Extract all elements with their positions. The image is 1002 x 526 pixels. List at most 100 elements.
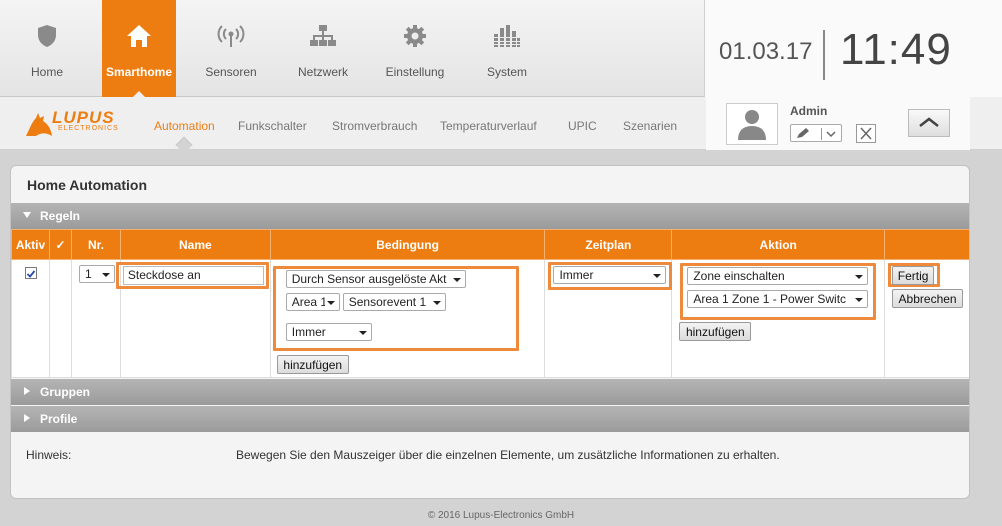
rules-table: Aktiv ✓ Nr. Name Bedingung Zeitplan Akti… [11, 229, 969, 378]
triangle-down-icon [23, 212, 31, 218]
cell-bedingung: Durch Sensor ausgelöste Akt Area 1 Senso… [269, 259, 546, 378]
nav-einstellung[interactable]: Einstellung [378, 0, 452, 97]
section-profile[interactable]: Profile [11, 406, 969, 432]
chevron-down-icon [653, 274, 662, 278]
network-icon [288, 24, 358, 50]
done-button[interactable]: Fertig [892, 266, 935, 285]
condition-event-select[interactable]: Sensorevent 1 [342, 293, 446, 311]
section-gruppen[interactable]: Gruppen [11, 379, 969, 405]
subtab-funkschalter[interactable]: Funkschalter [238, 119, 307, 133]
condition-schedule-select[interactable]: Immer [285, 323, 372, 341]
chevron-down-icon [826, 131, 836, 138]
cancel-button[interactable]: Abbrechen [892, 289, 964, 308]
nav-netzwerk-label: Netzwerk [297, 65, 348, 79]
cell-controls: Fertig Abbrechen [884, 259, 969, 378]
home-automation-panel: Home Automation Regeln Aktiv ✓ Nr. Name … [10, 165, 970, 499]
chevron-down-icon [855, 275, 864, 279]
schedule-select[interactable]: Immer [553, 266, 667, 284]
section-regeln[interactable]: Regeln [11, 203, 969, 229]
name-input[interactable]: Steckdose an [122, 266, 264, 285]
table-row: 1 Steckdose an Durch Sensor ausgelöste A… [11, 259, 969, 378]
section-profile-label: Profile [40, 412, 78, 426]
nav-smarthome-label: Smarthome [105, 65, 173, 79]
pencil-icon [797, 128, 809, 138]
col-bedingung: Bedingung [269, 229, 546, 260]
col-nr: Nr. [70, 229, 121, 260]
nav-system[interactable]: System [474, 0, 540, 97]
chevron-down-icon [101, 273, 110, 277]
cell-nr: 1 [70, 259, 121, 378]
nav-sensoren[interactable]: Sensoren [196, 0, 266, 97]
action-add-button[interactable]: hinzufügen [679, 322, 752, 341]
chevron-down-icon [358, 331, 367, 335]
cell-zeitplan: Immer [544, 259, 673, 378]
collapse-header-button[interactable] [908, 109, 950, 137]
lupus-logo[interactable]: LUPUS ELECTRONICS [24, 108, 132, 138]
col-aktion: Aktion [671, 229, 886, 260]
antenna-icon [196, 24, 266, 50]
chevron-up-icon [919, 117, 939, 127]
col-controls [884, 229, 969, 260]
condition-schedule-value: Immer [291, 325, 326, 339]
avatar [726, 103, 778, 145]
chevron-down-icon [326, 301, 335, 305]
user-edit-dropdown[interactable] [790, 124, 842, 142]
condition-event-value: Sensorevent 1 [348, 295, 427, 309]
col-name: Name [119, 229, 271, 260]
nav-home[interactable]: Home [0, 0, 94, 97]
nav-system-label: System [486, 65, 527, 79]
clock-divider [823, 30, 825, 80]
condition-area-select[interactable]: Area 1 [285, 293, 340, 311]
triangle-right-icon [24, 387, 30, 395]
time-display: 11:49 [840, 25, 952, 74]
action-target-value: Area 1 Zone 1 - Power Switc [693, 292, 847, 306]
cell-aktion: Zone einschalten Area 1 Zone 1 - Power S… [671, 259, 886, 378]
condition-type-value: Durch Sensor ausgelöste Akt [291, 272, 447, 286]
condition-add-button[interactable]: hinzufügen [276, 355, 349, 374]
cell-check [48, 259, 72, 378]
shield-icon [0, 24, 94, 50]
top-navigation: Home Smarthome Sensoren Netzwerk Einstel… [0, 0, 1002, 98]
condition-type-select[interactable]: Durch Sensor ausgelöste Akt [285, 270, 466, 288]
gear-icon [378, 24, 452, 50]
active-tab-pointer [175, 136, 193, 154]
schedule-select-value: Immer [559, 268, 594, 282]
user-icon [738, 110, 766, 140]
active-checkbox[interactable] [25, 267, 37, 279]
close-icon [860, 127, 872, 140]
subtab-szenarien[interactable]: Szenarien [623, 119, 677, 133]
col-aktiv: Aktiv [11, 229, 50, 260]
date-display: 01.03.17 [719, 38, 813, 65]
action-type-select[interactable]: Zone einschalten [687, 267, 869, 285]
subtab-temperaturverlauf[interactable]: Temperaturverlauf [440, 119, 537, 133]
nav-smarthome[interactable]: Smarthome [102, 0, 176, 98]
nr-select-value: 1 [84, 267, 92, 281]
nr-select[interactable]: 1 [78, 265, 115, 283]
footer-copyright: © 2016 Lupus-Electronics GmbH [427, 510, 575, 521]
cell-aktiv [11, 259, 50, 378]
cell-name: Steckdose an [115, 259, 271, 378]
fox-icon [26, 113, 52, 136]
panel-title: Home Automation [27, 177, 148, 193]
nav-einstellung-label: Einstellung [385, 65, 445, 79]
action-type-value: Zone einschalten [693, 269, 785, 283]
nav-home-label: Home [30, 65, 63, 79]
hint-text: Bewegen Sie den Mauszeiger über die einz… [236, 448, 780, 462]
section-gruppen-label: Gruppen [40, 385, 90, 399]
hint-label: Hinweis: [26, 448, 72, 462]
chevron-down-icon [855, 298, 864, 302]
bars-icon [474, 24, 540, 50]
nav-netzwerk[interactable]: Netzwerk [288, 0, 358, 97]
action-target-select[interactable]: Area 1 Zone 1 - Power Switc [687, 290, 869, 308]
triangle-right-icon [24, 414, 30, 422]
subtab-upic[interactable]: UPIC [568, 119, 597, 133]
logout-button[interactable] [856, 124, 876, 143]
nav-sensoren-label: Sensoren [205, 65, 257, 79]
section-regeln-label: Regeln [40, 209, 81, 223]
col-zeitplan: Zeitplan [544, 229, 673, 260]
subtab-automation[interactable]: Automation [154, 119, 215, 133]
checkmark-icon [26, 270, 36, 278]
subtab-stromverbrauch[interactable]: Stromverbrauch [332, 119, 417, 133]
condition-area-value: Area 1 [291, 295, 325, 309]
col-check: ✓ [48, 229, 72, 260]
